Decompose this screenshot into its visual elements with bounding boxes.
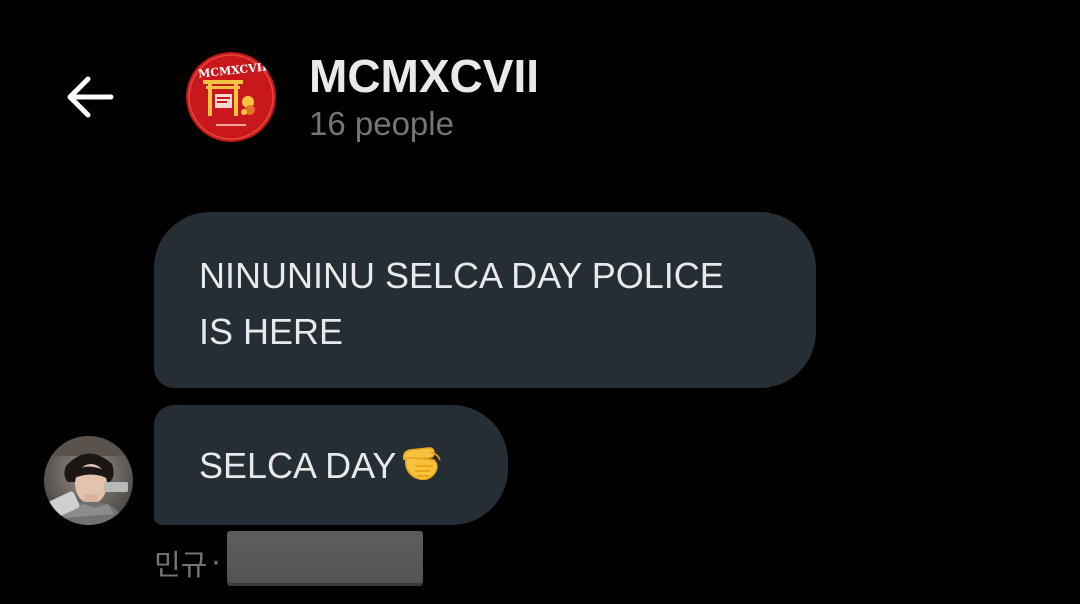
group-avatar[interactable]: MCMXCVII (186, 52, 276, 142)
message-text-line-2: IS HERE (199, 311, 344, 352)
message-bubble[interactable]: NINUNINU SELCA DAY POLICE IS HERE (154, 212, 816, 388)
member-count[interactable]: 16 people (309, 104, 454, 144)
message-text: SELCA DAY (199, 445, 397, 486)
sender-name[interactable]: 민규 (154, 542, 207, 584)
avatar-photo (44, 436, 133, 525)
redacted-timestamp (226, 531, 423, 583)
chat-title: MCMXCVII (309, 50, 539, 102)
sender-avatar[interactable] (44, 436, 133, 525)
group-logo-image: MCMXCVII (186, 52, 276, 142)
back-button[interactable] (58, 68, 120, 126)
arrow-left-icon (67, 76, 114, 118)
message-text-line-1: NINUNINU SELCA DAY POLICE (199, 255, 724, 296)
message-meta: 민규 · (154, 531, 423, 584)
meta-separator: · (211, 546, 221, 580)
message-bubble[interactable]: SELCA DAY (154, 405, 508, 525)
pointing-finger-emoji-icon (398, 438, 444, 500)
